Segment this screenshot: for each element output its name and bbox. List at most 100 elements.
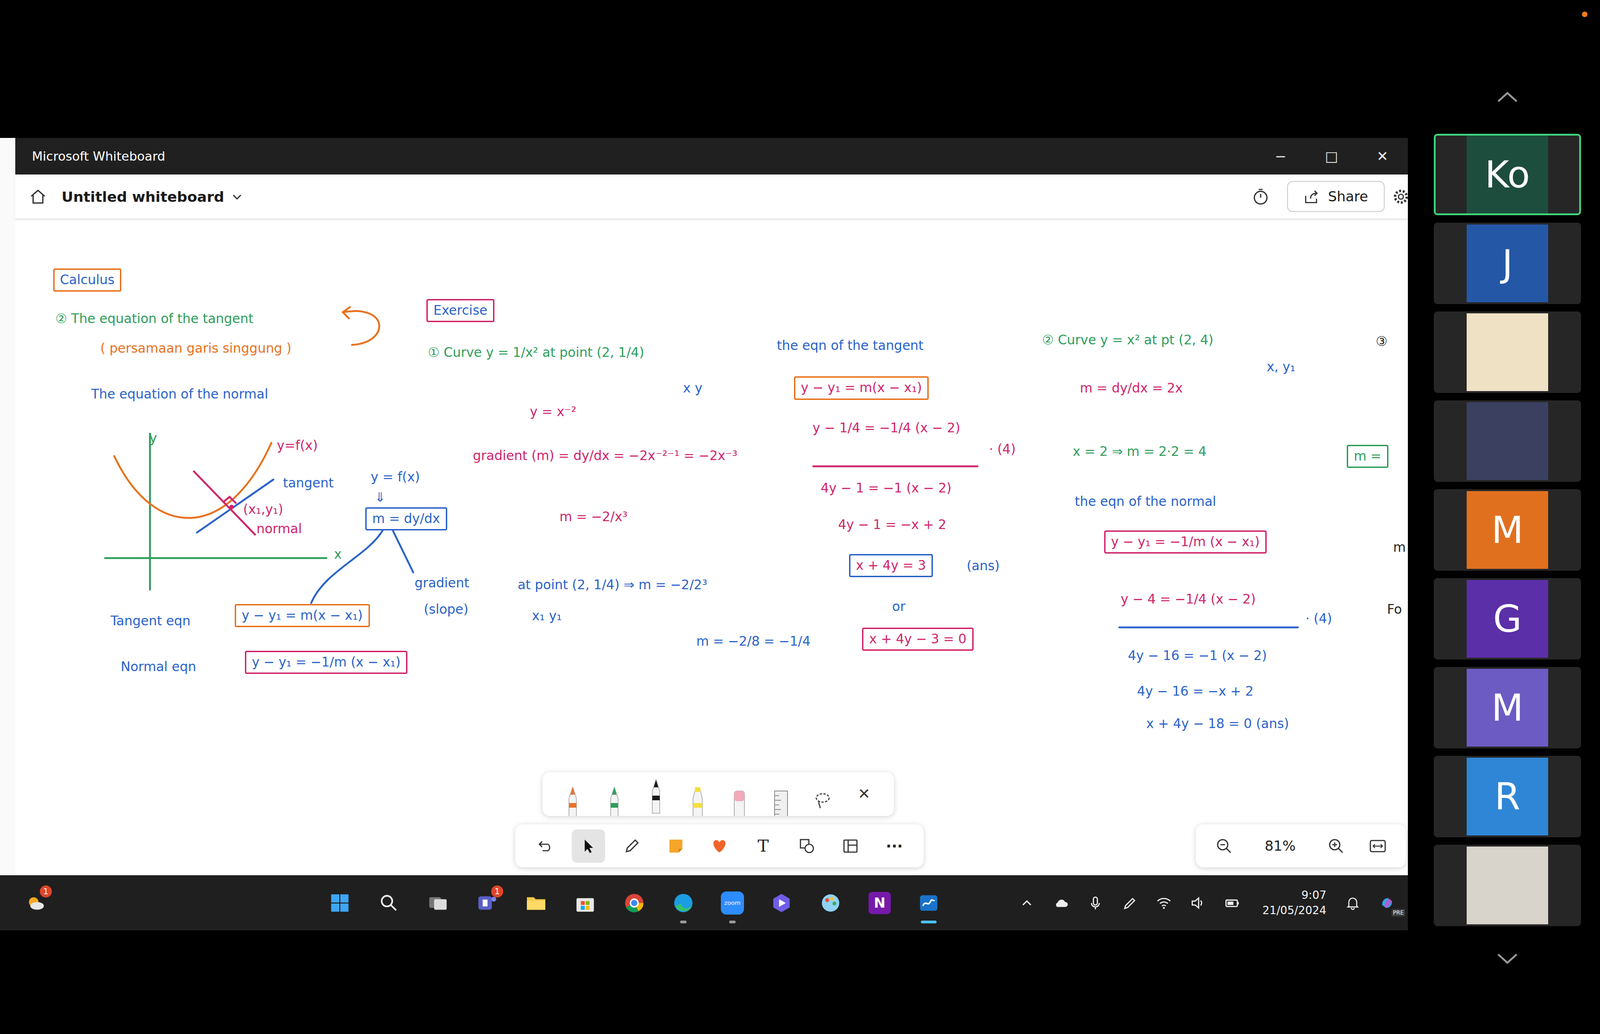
text-tool[interactable]: T	[746, 829, 780, 863]
ink-note[interactable]: ( persamaan garis singgung )	[99, 339, 294, 358]
more-tool[interactable]: ···	[877, 829, 912, 863]
ink-note[interactable]: the eqn of the normal	[1073, 493, 1218, 511]
explorer-taskbar-button[interactable]	[511, 880, 561, 927]
ink-note[interactable]: ② The equation of the tangent	[54, 310, 256, 328]
participant-tile[interactable]: Ko	[1433, 133, 1582, 216]
clock[interactable]: 9:0721/05/2024	[1249, 887, 1336, 919]
video-taskbar-button[interactable]	[756, 880, 807, 927]
fit-screen-icon[interactable]	[1368, 837, 1388, 856]
pen-tool[interactable]	[605, 784, 624, 817]
ink-note[interactable]: ⇓	[373, 488, 388, 507]
teams-taskbar-button[interactable]: 1	[462, 880, 512, 927]
store-taskbar-button[interactable]	[560, 880, 610, 927]
ink-note[interactable]: x	[332, 545, 344, 564]
participant-tile[interactable]: M	[1433, 667, 1582, 749]
ink-note[interactable]: ① Curve y = 1/x² at point (2, 1/4)	[426, 343, 646, 362]
pen-tool[interactable]	[646, 777, 666, 815]
ink-note[interactable]: Tangent eqn	[109, 612, 193, 631]
window-control[interactable]: ✕	[1356, 137, 1408, 175]
lasso-tool[interactable]	[813, 784, 832, 817]
undo-tool[interactable]	[527, 829, 562, 863]
search-taskbar-button[interactable]	[364, 880, 414, 927]
participant-tile[interactable]: M	[1433, 489, 1582, 571]
ink-note[interactable]: y − y₁ = −1/m (x − x₁)	[1104, 530, 1267, 554]
ink-note[interactable]: x + 4y − 18 = 0 (ans)	[1144, 715, 1291, 733]
paint-taskbar-button[interactable]	[806, 880, 856, 927]
ink-tool[interactable]	[615, 829, 649, 863]
wifi-tray-button[interactable]	[1146, 884, 1182, 922]
ink-note[interactable]: m	[1391, 538, 1407, 557]
timer-icon[interactable]	[1250, 187, 1271, 207]
whiteboard-taskbar-button[interactable]	[904, 880, 954, 927]
ink-note[interactable]: y = x⁻²	[528, 403, 578, 421]
note-tool[interactable]	[659, 829, 693, 863]
ink-note[interactable]: The equation of the normal	[89, 385, 270, 404]
ink-note[interactable]: (ans)	[965, 557, 1001, 575]
chevron-down-icon[interactable]	[230, 190, 244, 204]
weather-widget[interactable]: 1	[11, 880, 61, 927]
ink-note[interactable]: m = dy/dx	[365, 507, 448, 531]
participant-tile[interactable]	[1433, 844, 1582, 927]
onenote-taskbar-button[interactable]: N	[855, 880, 905, 927]
close-pen-tray-button[interactable]: ✕	[855, 784, 874, 804]
ink-note[interactable]: 4y − 16 = −1 (x − 2)	[1126, 647, 1269, 665]
ink-note[interactable]: m = −2/8 = −1/4	[694, 632, 813, 651]
templates-tool[interactable]	[833, 829, 868, 863]
zoom-in-icon[interactable]	[1326, 837, 1346, 856]
ink-note[interactable]: m =	[1346, 444, 1389, 469]
ink-note[interactable]: y − y₁ = −1/m (x − x₁)	[244, 650, 408, 675]
ink-note[interactable]: m = dy/dx = 2x	[1078, 379, 1185, 398]
window-control[interactable]: □	[1306, 137, 1357, 175]
ink-note[interactable]: normal	[255, 520, 304, 538]
ink-note[interactable]: x = 2 ⇒ m = 2·2 = 4	[1071, 443, 1208, 461]
ink-note[interactable]: x + 4y − 3 = 0	[862, 627, 974, 651]
ink-note[interactable]: at point (2, 1/4) ⇒ m = −2/2³	[516, 576, 709, 594]
volume-tray-button[interactable]	[1181, 884, 1216, 922]
ink-note[interactable]: x₁ y₁	[530, 607, 564, 625]
gear-icon[interactable]	[1391, 187, 1411, 207]
ink-note[interactable]: m = −2/x³	[558, 508, 630, 526]
ink-note[interactable]: y − y₁ = m(x − x₁)	[234, 604, 370, 628]
copilot-tray-button[interactable]: PRE	[1369, 884, 1405, 922]
ink-note[interactable]: ③	[1374, 332, 1389, 351]
taskview-taskbar-button[interactable]	[413, 880, 463, 927]
chevron-down-icon[interactable]	[1492, 950, 1523, 969]
ink-note[interactable]: y − y₁ = m(x − x₁)	[793, 376, 930, 400]
ink-note[interactable]: y=f(x)	[275, 437, 319, 455]
cloud-tray-button[interactable]	[1043, 884, 1079, 922]
mic-tray-button[interactable]	[1078, 884, 1113, 922]
ruler-tool[interactable]	[771, 784, 791, 817]
chevron-up-icon[interactable]	[1492, 87, 1523, 107]
ink-note[interactable]: gradient	[413, 574, 471, 593]
ink-note[interactable]: · (4)	[987, 440, 1017, 459]
ink-note[interactable]: tangent	[281, 474, 336, 493]
participant-tile[interactable]	[1433, 311, 1582, 394]
ink-note[interactable]: x + 4y = 3	[849, 554, 933, 578]
chevron-tray-button[interactable]	[1009, 884, 1044, 922]
ink-note[interactable]: ② Curve y = x² at pt (2, 4)	[1040, 331, 1215, 350]
select-tool[interactable]	[571, 829, 606, 863]
edge-taskbar-button[interactable]	[658, 880, 708, 927]
ink-note[interactable]: 4y − 1 = −1 (x − 2)	[819, 479, 953, 498]
ink-note[interactable]: y − 1/4 = −1/4 (x − 2)	[811, 419, 962, 438]
bell-tray-button[interactable]	[1335, 884, 1370, 922]
zoom-taskbar-button[interactable]: zoom	[707, 880, 757, 927]
ink-note[interactable]: Fo	[1385, 600, 1404, 619]
ink-note[interactable]: the eqn of the tangent	[775, 337, 925, 355]
share-button[interactable]: Share	[1287, 181, 1385, 213]
ink-note[interactable]: Calculus	[53, 268, 122, 292]
chrome-taskbar-button[interactable]	[609, 880, 659, 927]
pen-tool[interactable]	[563, 784, 582, 817]
board-name[interactable]: Untitled whiteboard	[61, 188, 225, 206]
ink-note[interactable]: · (4)	[1304, 610, 1334, 628]
participant-tile[interactable]: G	[1433, 578, 1582, 660]
ink-note[interactable]: Normal eqn	[119, 658, 198, 676]
ink-note[interactable]: or	[890, 598, 907, 616]
ink-note[interactable]: Exercise	[426, 299, 495, 323]
ink-note[interactable]: (x₁,y₁)	[241, 500, 285, 519]
windows-taskbar-button[interactable]	[315, 880, 365, 927]
ink-note[interactable]: gradient (m) = dy/dx = −2x⁻²⁻¹ = −2x⁻³	[471, 447, 739, 465]
ink-note[interactable]: 4y − 16 = −x + 2	[1135, 682, 1256, 701]
ink-note[interactable]: x y	[681, 379, 704, 398]
reaction-tool[interactable]	[702, 829, 737, 863]
